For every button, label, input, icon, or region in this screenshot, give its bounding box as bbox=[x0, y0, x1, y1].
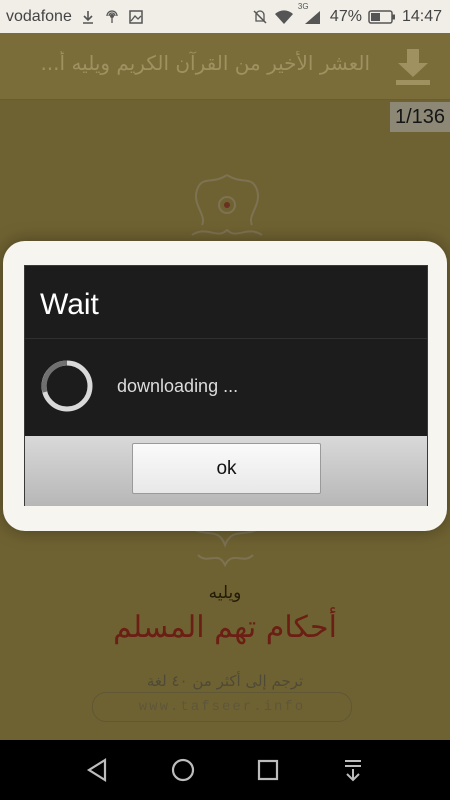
recents-icon bbox=[257, 759, 279, 781]
download-button[interactable] bbox=[390, 45, 436, 89]
back-button[interactable] bbox=[83, 755, 113, 785]
signal-icon: 3G bbox=[298, 2, 324, 25]
wait-dialog: Wait downloading ... ok bbox=[24, 265, 428, 506]
navigation-bar bbox=[0, 740, 450, 800]
arabic-calligraphy: أحكام تهم المسلم bbox=[113, 610, 337, 645]
battery-icon bbox=[368, 9, 396, 25]
arabic-small-text: ويليه bbox=[208, 583, 242, 603]
dialog-divider bbox=[25, 338, 427, 339]
dialog-title: Wait bbox=[40, 288, 99, 321]
back-icon bbox=[86, 758, 107, 782]
notifications-icon bbox=[345, 760, 361, 782]
download-icon bbox=[80, 9, 96, 25]
app-bar: العشر الأخير من القرآن الكريم ويليه أ... bbox=[0, 33, 450, 100]
arabic-subtitle: ترجم إلى أكثر من ٤٠ لغة bbox=[146, 672, 304, 690]
network-type: 3G bbox=[297, 1, 309, 11]
loading-spinner-icon bbox=[41, 360, 93, 412]
radio-icon bbox=[104, 9, 120, 25]
home-button[interactable] bbox=[168, 755, 198, 785]
mute-icon bbox=[252, 9, 268, 25]
carrier-name: vodafone bbox=[6, 7, 72, 25]
battery-percent: 47% bbox=[329, 7, 362, 25]
dialog-button-bar: ok bbox=[25, 436, 427, 506]
website-link: www.tafseer.info bbox=[92, 692, 352, 722]
home-icon bbox=[171, 758, 195, 782]
download-icon bbox=[396, 49, 430, 85]
book-title: العشر الأخير من القرآن الكريم ويليه أ... bbox=[40, 51, 370, 75]
clock: 14:47 bbox=[401, 7, 442, 25]
page-counter: 1/136 bbox=[390, 102, 450, 132]
recents-button[interactable] bbox=[253, 755, 283, 785]
status-bar: vodafone 3G 47% 14:47 bbox=[0, 0, 450, 33]
wifi-icon bbox=[274, 9, 294, 25]
notifications-button[interactable] bbox=[338, 755, 368, 785]
ok-button[interactable]: ok bbox=[132, 443, 321, 494]
image-icon bbox=[128, 9, 144, 25]
dialog-message: downloading ... bbox=[117, 376, 239, 396]
